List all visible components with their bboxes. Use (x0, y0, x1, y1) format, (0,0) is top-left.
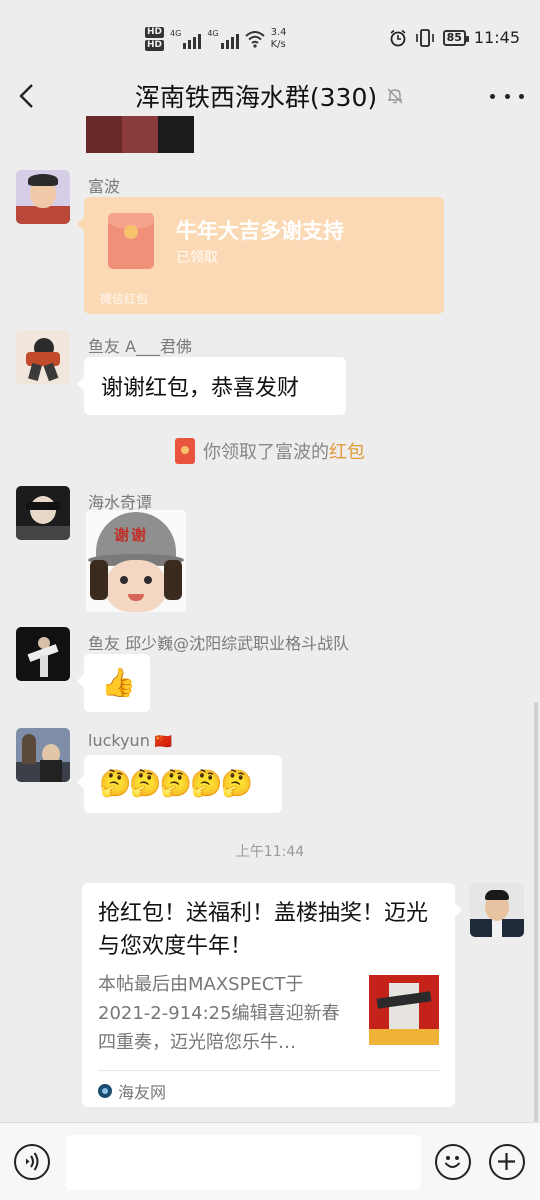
sticker-message[interactable]: 谢谢 (86, 510, 186, 612)
message-timestamp: 上午11:44 (235, 844, 305, 860)
avatar[interactable] (16, 170, 70, 224)
link-card-message[interactable]: 抢红包！送福利！盖楼抽奖！迈光与您欢度牛年！ 本帖最后由MAXSPECT于202… (82, 883, 462, 1107)
sender-name: 富波 (88, 177, 121, 196)
card-thumbnail (369, 975, 439, 1045)
group-name: 浑南铁西海水群(330) (134, 83, 378, 112)
card-divider (98, 1070, 439, 1071)
emoji-message[interactable]: 🤔🤔🤔🤔🤔 (77, 755, 282, 813)
source-logo-icon (98, 1084, 112, 1098)
voice-icon (26, 1152, 39, 1171)
previous-image-message[interactable] (86, 116, 194, 153)
avatar[interactable] (16, 728, 70, 782)
status-left: HD HD 4G 4G 3.4 K/s (145, 24, 287, 54)
sender-name: luckyun 🇨🇳 (88, 731, 173, 750)
text-message[interactable]: 谢谢红包，恭喜发财 (77, 357, 346, 415)
avatar[interactable] (16, 486, 70, 540)
emoji-button[interactable] (435, 1144, 471, 1180)
message-input[interactable] (66, 1135, 421, 1190)
red-packet-status: 已领取 (176, 250, 218, 266)
input-bar (0, 1122, 540, 1200)
battery-indicator: 85 (442, 29, 470, 46)
mute-bell-icon (387, 88, 403, 104)
card-description: 本帖最后由MAXSPECT于2021-2-914:25编辑喜迎新春四重奏，迈光陪… (98, 974, 340, 1053)
red-packet-icon (108, 213, 154, 269)
hd-label-2: HD (145, 40, 165, 51)
cell-signal-icon-2: 4G (207, 29, 239, 49)
avatar[interactable] (16, 330, 70, 384)
sender-name: 鱼友 邱少巍@沈阳综武职业格斗战队 (88, 634, 350, 653)
flag-icon: 🇨🇳 (154, 734, 173, 750)
voice-button[interactable] (14, 1144, 50, 1180)
alarm-icon (390, 29, 406, 46)
chat-messages[interactable]: 富波 牛年大吉多谢支持 已领取 微信红包 鱼友 A___君佛 谢谢红包，恭喜发财… (0, 116, 540, 1122)
my-avatar[interactable] (470, 883, 524, 937)
cell-signal-icon: 4G (170, 29, 202, 49)
chat-title: 浑南铁西海水群(330) (0, 78, 540, 114)
red-packet-title: 牛年大吉多谢支持 (176, 219, 344, 243)
smiley-icon (444, 1156, 461, 1168)
sender-name: 鱼友 A___君佛 (88, 337, 193, 356)
sticker-caption: 谢谢 (114, 526, 149, 544)
avatar[interactable] (16, 627, 70, 681)
status-bar: HD HD 4G 4G 3.4 K/s 85 11:45 (0, 0, 540, 76)
card-title: 抢红包！送福利！盖楼抽奖！迈光与您欢度牛年！ (98, 901, 429, 959)
vibrate-icon (415, 28, 434, 47)
network-speed: 3.4 K/s (270, 27, 287, 50)
message-text: 谢谢红包，恭喜发财 (101, 376, 300, 401)
red-packet-message[interactable]: 牛年大吉多谢支持 已领取 微信红包 (77, 197, 444, 314)
red-packet-icon (175, 438, 195, 464)
wifi-icon (244, 31, 265, 48)
status-right: 85 11:45 (389, 28, 520, 47)
dot-icon (490, 93, 495, 99)
red-packet-footer: 微信红包 (100, 292, 149, 306)
system-notice: 你领取了富波的红包 (0, 438, 540, 469)
plus-icon (498, 1153, 515, 1170)
dot-icon (504, 93, 510, 99)
message-emoji: 🤔🤔🤔🤔🤔 (99, 769, 253, 799)
emoji-message[interactable]: 👍 (77, 654, 150, 712)
red-packet-link[interactable]: 红包 (329, 442, 365, 463)
hd-label: HD (145, 27, 165, 38)
chat-header: 浑南铁西海水群(330) (0, 76, 540, 116)
chat-scrollbar[interactable] (534, 702, 538, 1122)
card-source: 海友网 (98, 1079, 166, 1103)
message-emoji: 👍 (101, 666, 136, 699)
clock: 11:45 (473, 28, 520, 47)
hd-indicator: HD HD (145, 27, 165, 51)
notice-text: 你领取了富波的 (203, 442, 329, 463)
card-source-name: 海友网 (118, 1083, 167, 1102)
more-options-button[interactable] (490, 80, 524, 112)
more-functions-button[interactable] (489, 1144, 525, 1180)
dot-icon (519, 93, 524, 99)
